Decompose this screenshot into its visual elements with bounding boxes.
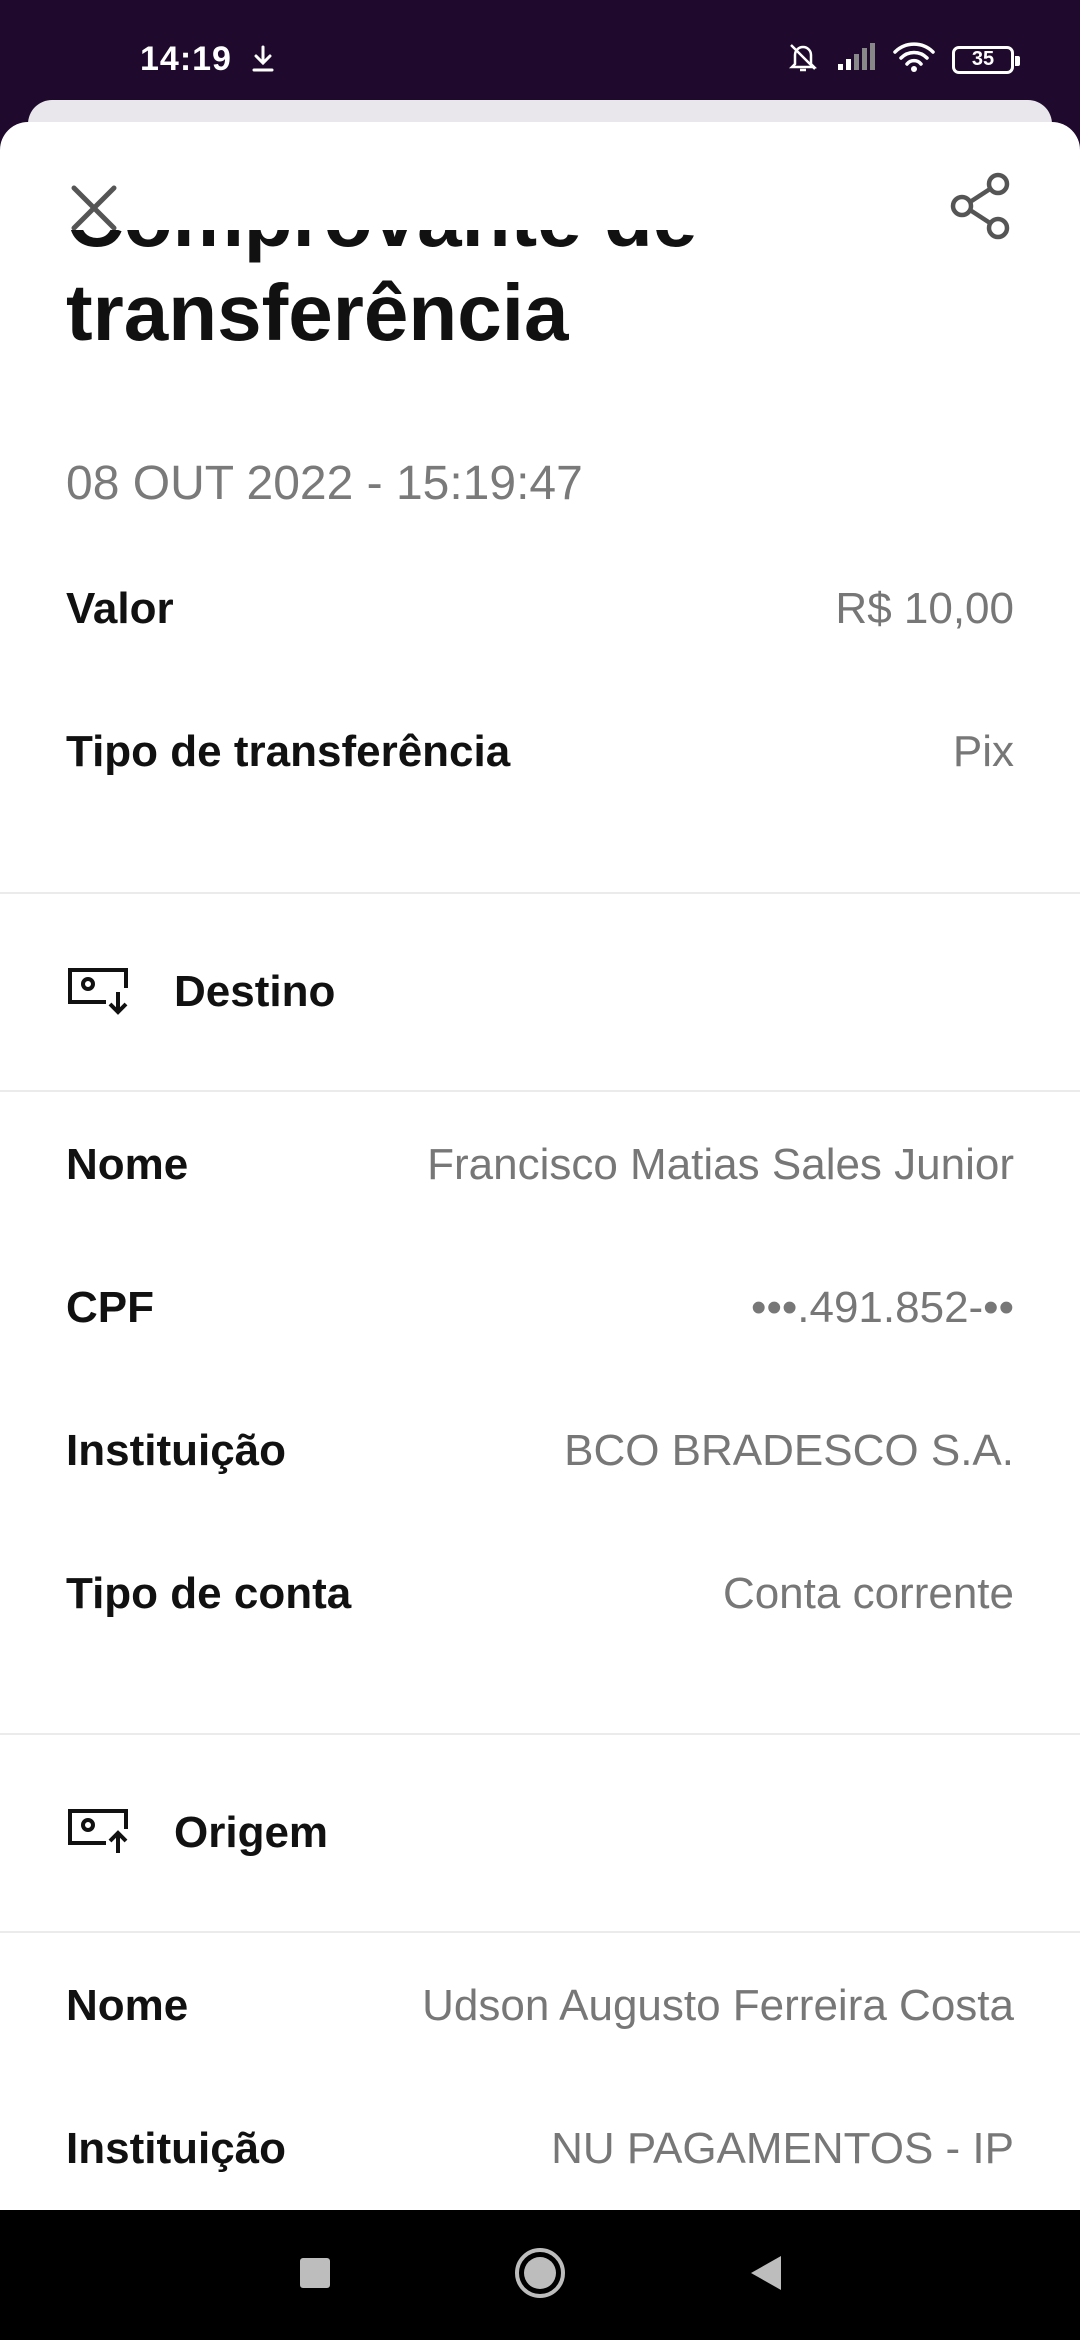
origem-title: Origem	[174, 1808, 329, 1857]
divider	[0, 1733, 1080, 1735]
destino-header: Destino	[66, 952, 335, 1032]
origem-instituicao-row: Instituição NU PAGAMENTOS - IP	[66, 2114, 1014, 2184]
origem-nome-label: Nome	[66, 1981, 189, 2030]
status-time: 14:19	[140, 40, 232, 78]
title-line-1: Comprovante de	[66, 230, 697, 266]
battery-icon: 35	[952, 45, 1020, 74]
destino-conta-value: Conta corrente	[722, 1569, 1014, 1618]
tipo-transferencia-row: Tipo de transferência Pix	[66, 717, 1014, 787]
tipo-transferencia-value: Pix	[952, 727, 1014, 776]
wifi-icon	[892, 41, 936, 78]
home-button[interactable]	[500, 2210, 580, 2340]
divider	[0, 1931, 1080, 1933]
divider	[0, 1090, 1080, 1092]
send-money-icon	[66, 1805, 130, 1862]
title-line-2: transferência	[66, 268, 569, 357]
destino-nome-row: Nome Francisco Matias Sales Junior	[66, 1130, 1014, 1200]
divider	[0, 892, 1080, 894]
back-triangle-icon	[747, 2254, 783, 2297]
destino-cpf-label: CPF	[66, 1283, 154, 1332]
valor-value: R$ 10,00	[835, 584, 1014, 633]
destino-conta-row: Tipo de conta Conta corrente	[66, 1559, 1014, 1629]
destino-nome-value: Francisco Matias Sales Junior	[427, 1140, 1014, 1189]
recents-square-icon	[298, 2256, 332, 2295]
home-circle-icon	[513, 2246, 567, 2305]
page-title: Comprovante de transferência	[66, 230, 1016, 360]
valor-label: Valor	[66, 584, 174, 633]
origem-header: Origem	[66, 1793, 328, 1873]
bell-off-icon	[786, 40, 820, 79]
origem-instituicao-value: NU PAGAMENTOS - IP	[551, 2124, 1014, 2173]
receipt-sheet: Comprovante de transferência 08 OUT 2022…	[0, 122, 1080, 2210]
download-icon	[248, 44, 278, 79]
destino-instituicao-row: Instituição BCO BRADESCO S.A.	[66, 1416, 1014, 1486]
destino-nome-label: Nome	[66, 1140, 189, 1189]
back-button[interactable]	[730, 2210, 800, 2340]
valor-row: Valor R$ 10,00	[66, 574, 1014, 644]
destino-instituicao-value: BCO BRADESCO S.A.	[564, 1426, 1014, 1475]
destino-cpf-value: •••.491.852-••	[751, 1283, 1014, 1332]
signal-icon	[836, 42, 876, 77]
receive-money-icon	[66, 964, 130, 1021]
origem-instituicao-label: Instituição	[66, 2124, 287, 2173]
destino-conta-label: Tipo de conta	[66, 1569, 352, 1618]
status-icons: 35	[786, 40, 1020, 79]
recents-button[interactable]	[280, 2210, 350, 2340]
destino-title: Destino	[174, 967, 336, 1016]
destino-cpf-row: CPF •••.491.852-••	[66, 1273, 1014, 1343]
system-nav-bar	[0, 2210, 1080, 2340]
transfer-date: 08 OUT 2022 - 15:19:47	[66, 457, 583, 510]
destino-instituicao-label: Instituição	[66, 1426, 287, 1475]
origem-nome-row: Nome Udson Augusto Ferreira Costa	[66, 1971, 1014, 2041]
tipo-transferencia-label: Tipo de transferência	[66, 727, 511, 776]
status-bar: 14:19 35	[0, 0, 1080, 110]
origem-nome-value: Udson Augusto Ferreira Costa	[422, 1981, 1014, 2030]
